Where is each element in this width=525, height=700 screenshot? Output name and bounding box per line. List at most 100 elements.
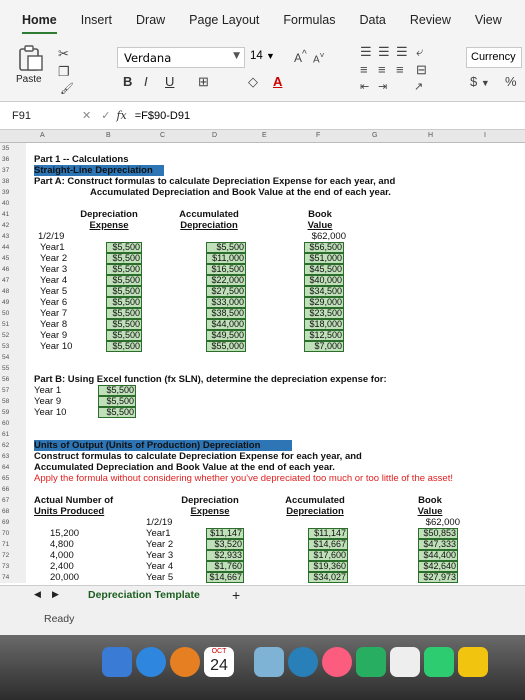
book-value-cell[interactable]: $23,500 <box>304 308 344 319</box>
book-value2-cell[interactable]: $50,853 <box>418 528 458 539</box>
header2-value[interactable]: Value <box>400 506 460 517</box>
safari-icon[interactable] <box>136 647 166 677</box>
underline-button[interactable]: U <box>165 74 174 89</box>
column-header-G[interactable]: G <box>372 132 377 139</box>
align-middle-icon[interactable]: ☰ <box>378 44 390 60</box>
row-header[interactable]: 73 <box>0 561 26 572</box>
enter-icon[interactable]: ✓ <box>101 109 110 122</box>
row-header[interactable]: 56 <box>0 374 26 385</box>
accumulated-cell[interactable]: $22,000 <box>206 275 246 286</box>
tab-draw[interactable]: Draw <box>124 0 177 40</box>
tab-insert[interactable]: Insert <box>69 0 124 40</box>
row-header[interactable]: 69 <box>0 517 26 528</box>
align-right-icon[interactable]: ≡ <box>396 62 404 77</box>
units-warning[interactable]: Apply the formula without considering wh… <box>34 473 453 484</box>
calendar-icon[interactable]: OCT 24 <box>204 647 234 677</box>
year2-label[interactable]: Year 3 <box>146 550 173 561</box>
book-value-cell[interactable]: $45,500 <box>304 264 344 275</box>
row-header[interactable]: 48 <box>0 286 26 297</box>
year-label[interactable]: Year 8 <box>40 319 67 330</box>
row-header[interactable]: 36 <box>0 154 26 165</box>
column-header-B[interactable]: B <box>106 132 111 139</box>
bold-button[interactable]: B <box>123 74 132 89</box>
expense2-cell[interactable]: $14,667 <box>206 572 244 583</box>
accumulated-cell[interactable]: $16,500 <box>206 264 246 275</box>
row-header[interactable]: 42 <box>0 220 26 231</box>
accumulated-cell[interactable]: $38,500 <box>206 308 246 319</box>
percent-button[interactable]: % <box>505 74 517 89</box>
units-produced-cell[interactable]: 4,000 <box>50 550 74 561</box>
row-header[interactable]: 38 <box>0 176 26 187</box>
start-book-value-2[interactable]: $62,000 <box>412 517 460 528</box>
row-header[interactable]: 62 <box>0 440 26 451</box>
fill-color-icon[interactable]: ◇ <box>248 74 258 90</box>
row-header[interactable]: 43 <box>0 231 26 242</box>
expense-cell[interactable]: $5,500 <box>106 253 142 264</box>
align-center-icon[interactable]: ≡ <box>378 62 386 77</box>
column-header-F[interactable]: F <box>316 132 320 139</box>
year-label[interactable]: Year1 <box>40 242 64 253</box>
year-label[interactable]: Year 10 <box>40 341 72 352</box>
expense-cell[interactable]: $5,500 <box>106 264 142 275</box>
year2-label[interactable]: Year1 <box>146 528 170 539</box>
row-header[interactable]: 71 <box>0 539 26 550</box>
tab-review[interactable]: Review <box>398 0 463 40</box>
row-header[interactable]: 57 <box>0 385 26 396</box>
units-title[interactable]: Units of Output (Units of Production) De… <box>34 440 292 451</box>
header2-accumulated-depreciation[interactable]: Depreciation <box>270 506 360 517</box>
row-header[interactable]: 45 <box>0 253 26 264</box>
year-label[interactable]: Year 3 <box>40 264 67 275</box>
header2-book[interactable]: Book <box>400 495 460 506</box>
row-header[interactable]: 66 <box>0 484 26 495</box>
column-header-I[interactable]: I <box>484 132 486 139</box>
row-header[interactable]: 37 <box>0 165 26 176</box>
font-name-select[interactable]: Verdana ▼ <box>117 47 245 68</box>
next-sheet-icon[interactable]: ▶ <box>52 589 59 600</box>
header-actual-number[interactable]: Actual Number of <box>34 495 113 506</box>
notes-icon[interactable] <box>458 647 488 677</box>
units-instruction-2[interactable]: Accumulated Depreciation and Book Value … <box>34 462 335 473</box>
expense-cell[interactable]: $5,500 <box>106 308 142 319</box>
start-date-2[interactable]: 1/2/19 <box>146 517 172 528</box>
row-header[interactable]: 63 <box>0 451 26 462</box>
accumulated-cell[interactable]: $27,500 <box>206 286 246 297</box>
row-header[interactable]: 64 <box>0 462 26 473</box>
accumulated2-cell[interactable]: $17,600 <box>308 550 348 561</box>
cut-icon[interactable]: ✂ <box>58 46 69 62</box>
accumulated-cell[interactable]: $33,000 <box>206 297 246 308</box>
expense-cell[interactable]: $5,500 <box>106 242 142 253</box>
prev-sheet-icon[interactable]: ◀ <box>34 589 41 600</box>
merge-icon[interactable]: ⊟ <box>416 62 427 78</box>
facetime-icon[interactable] <box>390 647 420 677</box>
book-value2-cell[interactable]: $27,973 <box>418 572 458 583</box>
expense-cell[interactable]: $5,500 <box>106 330 142 341</box>
tab-page-layout[interactable]: Page Layout <box>177 0 271 40</box>
part-b-value-cell[interactable]: $5,500 <box>98 407 136 418</box>
header-accumulated[interactable]: Accumulated <box>168 209 250 220</box>
units-produced-cell[interactable]: 15,200 <box>50 528 79 539</box>
accumulated-cell[interactable]: $5,500 <box>206 242 246 253</box>
accumulated2-cell[interactable]: $19,360 <box>308 561 348 572</box>
row-header[interactable]: 54 <box>0 352 26 363</box>
start-book-value[interactable]: $62,000 <box>298 231 346 242</box>
accounting-format-button[interactable]: $ ▼ <box>470 74 490 89</box>
fx-icon[interactable]: fx <box>116 109 126 122</box>
expense-cell[interactable]: $5,500 <box>106 341 142 352</box>
row-header[interactable]: 58 <box>0 396 26 407</box>
part-a-instruction-2[interactable]: Accumulated Depreciation and Book Value … <box>90 187 391 198</box>
part-b-instruction[interactable]: Part B: Using Excel function (fx SLN), d… <box>34 374 387 385</box>
book-value-cell[interactable]: $7,000 <box>304 341 344 352</box>
part1-subtitle[interactable]: Straight-Line Depreciation <box>34 165 164 176</box>
row-header[interactable]: 35 <box>0 143 26 154</box>
book-value-cell[interactable]: $40,000 <box>304 275 344 286</box>
year2-label[interactable]: Year 4 <box>146 561 173 572</box>
book-value-cell[interactable]: $34,500 <box>304 286 344 297</box>
row-header[interactable]: 52 <box>0 330 26 341</box>
units-instruction-1[interactable]: Construct formulas to calculate Deprecia… <box>34 451 362 462</box>
decrease-indent-icon[interactable]: ⇤ <box>360 80 369 93</box>
cancel-icon[interactable]: ✕ <box>82 109 91 122</box>
part-b-value-cell[interactable]: $5,500 <box>98 396 136 407</box>
expense2-cell[interactable]: $1,760 <box>206 561 244 572</box>
tab-view[interactable]: View <box>463 0 514 40</box>
row-header[interactable]: 72 <box>0 550 26 561</box>
